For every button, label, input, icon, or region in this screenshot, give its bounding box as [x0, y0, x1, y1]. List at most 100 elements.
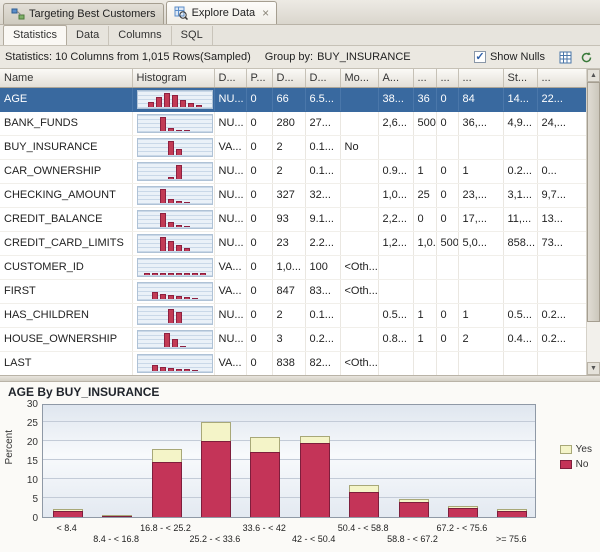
stacked-bar[interactable]	[52, 509, 83, 517]
chart-legend: Yes No	[559, 444, 592, 474]
histogram-bar	[175, 295, 182, 299]
table-row-credit_balance[interactable]: CREDIT_BALANCE NU... 0 93 9.1... 2,2... 0 0 17,.…	[0, 207, 587, 232]
table-row-has_children[interactable]: HAS_CHILDREN NU... 0 2 0.1... 0.5... 1 0 1 0.5...…	[0, 303, 587, 328]
scroll-up-icon[interactable]: ▲	[587, 69, 600, 82]
table-row-house_ownership[interactable]: HOUSE_OWNERSHIP NU... 0 3 0.2... 0.8... 1 0 2 0.4…	[0, 327, 587, 352]
histogram-bar	[163, 332, 170, 347]
close-tab-icon[interactable]: ×	[262, 7, 269, 19]
stacked-bar[interactable]	[102, 515, 133, 517]
column-header-8[interactable]: ...	[413, 69, 437, 88]
bar-segment-yes	[250, 437, 281, 453]
scroll-down-icon[interactable]: ▼	[587, 362, 600, 375]
stacked-bar[interactable]	[299, 436, 330, 517]
histogram-bar	[183, 296, 190, 299]
cell-value: 0	[246, 207, 273, 232]
cell-value: 280	[272, 111, 306, 136]
cell-value: 4,9...	[503, 111, 538, 136]
y-tick-label: 20	[26, 437, 38, 448]
plot-area	[42, 404, 536, 518]
tab-explore-data[interactable]: Explore Data ×	[165, 1, 278, 24]
cell-value	[413, 279, 437, 304]
histogram-thumbnail	[136, 161, 213, 181]
cell-value: 0	[246, 231, 273, 256]
column-header-9[interactable]: ...	[436, 69, 459, 88]
table-row-bank_funds[interactable]: BANK_FUNDS NU... 0 280 27... 2,6... 500 0 36,...…	[0, 111, 587, 136]
x-tick-label: 25.2 - < 33.6	[189, 534, 241, 544]
x-tick-label: 67.2 - < 75.6	[436, 523, 488, 533]
column-header-11[interactable]: St...	[503, 69, 538, 88]
cell-value: 0	[246, 111, 273, 136]
column-header-5[interactable]: D...	[305, 69, 341, 88]
cell-value	[436, 351, 459, 375]
table-row-customer_id[interactable]: CUSTOMER_ID VA... 0 1,0... 100 <Oth...	[0, 255, 587, 280]
column-header-12[interactable]: ...	[537, 69, 587, 88]
table-row-last[interactable]: LAST VA... 0 838 82... <Oth...	[0, 351, 587, 375]
cell-value: 36	[413, 87, 437, 112]
stacked-bar[interactable]	[398, 498, 429, 517]
cell-value: 1	[413, 327, 437, 352]
cell-value	[537, 351, 587, 375]
table-row-age[interactable]: AGE NU... 0 66 6.5... 38... 36 0 84 14... 22...	[0, 87, 587, 112]
column-header-3[interactable]: P...	[246, 69, 273, 88]
legend-label: Yes	[575, 444, 592, 455]
scrollbar-thumb[interactable]	[587, 82, 600, 322]
cell-value: 13...	[537, 207, 587, 232]
stacked-bar[interactable]	[497, 509, 528, 517]
tab-targeting-best-customers[interactable]: Targeting Best Customers	[3, 3, 164, 24]
subtab-data[interactable]: Data	[67, 26, 110, 45]
table-row-checking_amount[interactable]: CHECKING_AMOUNT NU... 0 327 32... 1,0... 25 0 23…	[0, 183, 587, 208]
cell-value: 0.1...	[305, 303, 341, 328]
column-header-10[interactable]: ...	[458, 69, 504, 88]
table-row-first[interactable]: FIRST VA... 0 847 83... <Oth...	[0, 279, 587, 304]
cell-value	[413, 351, 437, 375]
subtab-statistics[interactable]: Statistics	[3, 25, 68, 45]
cell-name: CREDIT_CARD_LIMITS	[0, 231, 133, 256]
cell-name: FIRST	[0, 279, 133, 304]
table-row-credit_card_limits[interactable]: CREDIT_CARD_LIMITS NU... 0 23 2.2... 1,2... 1,…	[0, 231, 587, 256]
cell-value: 22...	[537, 87, 587, 112]
cell-value: <Oth...	[340, 279, 379, 304]
stacked-bar[interactable]	[250, 437, 281, 517]
explore-data-icon	[174, 6, 188, 20]
histogram-thumbnail	[136, 281, 213, 301]
x-tick-label: < 8.4	[56, 523, 77, 533]
table-row-car_ownership[interactable]: CAR_OWNERSHIP NU... 0 2 0.1... 0.9... 1 0 1 0.2..…	[0, 159, 587, 184]
table-row-buy_insurance[interactable]: BUY_INSURANCE VA... 0 2 0.1... No	[0, 135, 587, 160]
bar-segment-yes	[349, 484, 380, 493]
column-header-0[interactable]: Name	[0, 69, 133, 88]
refresh-icon[interactable]	[578, 49, 595, 66]
cell-value: NU...	[214, 183, 247, 208]
stacked-bar[interactable]	[200, 422, 231, 517]
statistics-summary: Statistics: 10 Columns from 1,015 Rows(S…	[5, 51, 251, 63]
cell-value	[340, 183, 379, 208]
vertical-scrollbar[interactable]: ▲ ▼	[586, 69, 600, 375]
subtab-sql[interactable]: SQL	[172, 26, 213, 45]
column-header-7[interactable]: A...	[378, 69, 414, 88]
cell-value: 1	[458, 159, 504, 184]
cell-value: 0	[436, 183, 459, 208]
legend-item-no: No	[559, 459, 592, 470]
cell-name: BANK_FUNDS	[0, 111, 133, 136]
stacked-bar[interactable]	[151, 448, 182, 517]
grid-icon[interactable]	[557, 49, 574, 66]
panel-splitter[interactable]	[0, 375, 600, 382]
stacked-bar[interactable]	[447, 506, 478, 517]
stacked-bar[interactable]	[349, 484, 380, 517]
cell-value: 0.1...	[305, 159, 341, 184]
histogram-thumbnail	[136, 305, 213, 325]
subtab-columns[interactable]: Columns	[109, 26, 172, 45]
column-header-2[interactable]: D...	[214, 69, 247, 88]
histogram-bar	[167, 367, 174, 371]
cell-histogram	[132, 135, 215, 160]
cell-value	[458, 135, 504, 160]
column-header-6[interactable]: Mo...	[340, 69, 379, 88]
bar-segment-no	[497, 510, 528, 517]
column-header-1[interactable]: Histogram	[132, 69, 215, 88]
show-nulls-checkbox[interactable]: ✓ Show Nulls	[473, 51, 545, 63]
cell-value: 0.5...	[378, 303, 414, 328]
column-header-4[interactable]: D...	[272, 69, 306, 88]
cell-value	[378, 135, 414, 160]
cell-value	[503, 279, 538, 304]
histogram-bar	[191, 369, 198, 371]
cell-value: 24,...	[537, 111, 587, 136]
